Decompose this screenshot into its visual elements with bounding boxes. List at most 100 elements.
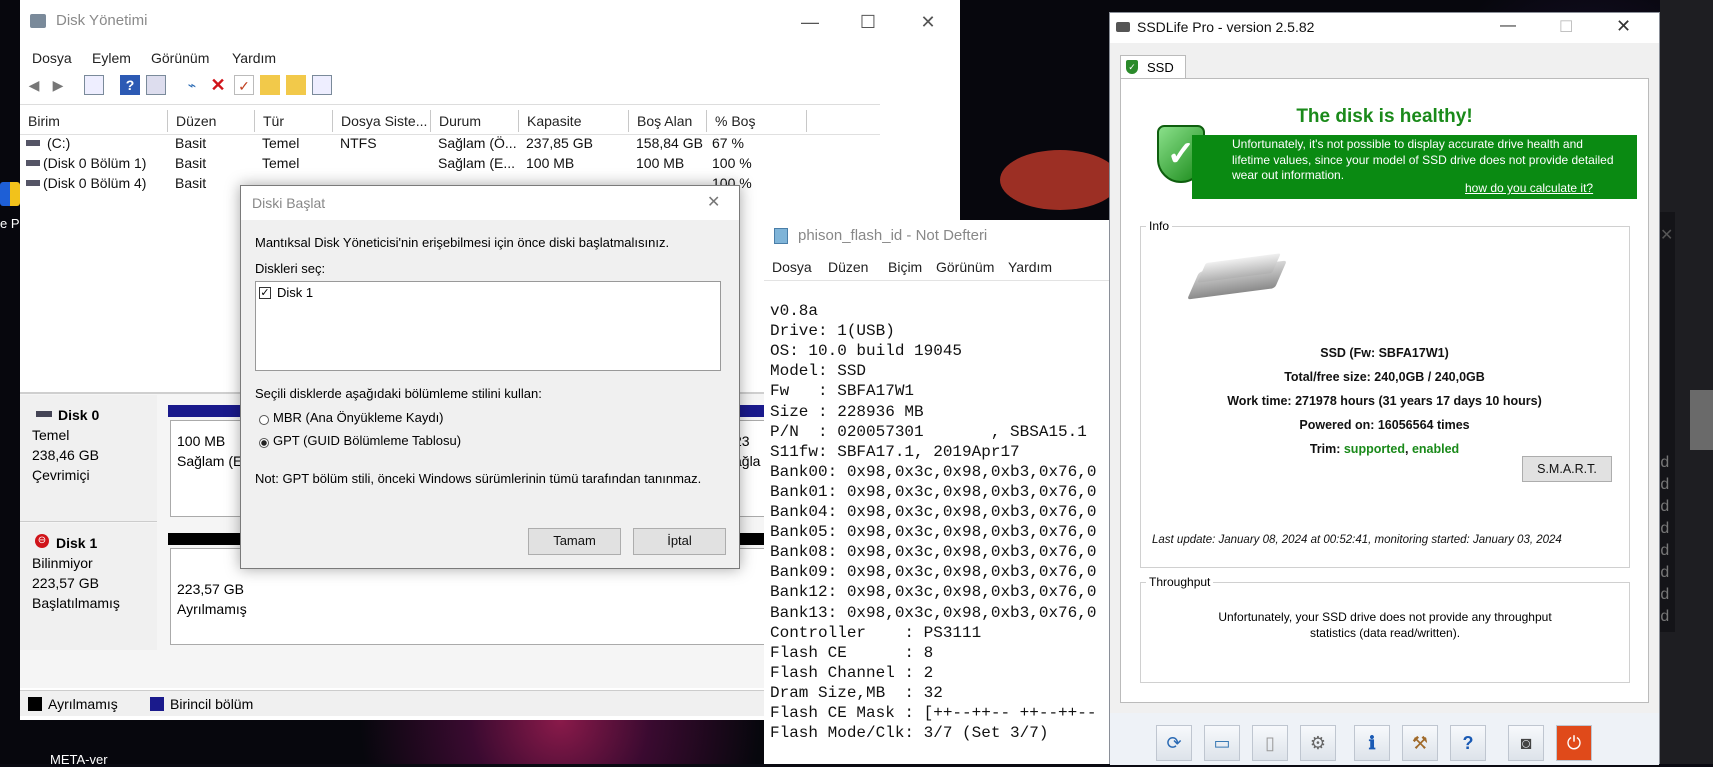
np-menu-gorunum[interactable]: Görünüm — [936, 259, 994, 275]
close-button[interactable]: ✕ — [900, 0, 956, 44]
notepad-text: v0.8a Drive: 1(USB) OS: 10.0 build 19045 Mo… — [770, 281, 1096, 764]
shield-check-icon: ✓ — [1126, 60, 1138, 74]
disk-0-size: 238,46 GB — [32, 447, 99, 463]
powered-on: Powered on: 16056564 times — [1299, 418, 1470, 432]
vol-type: Temel — [262, 155, 300, 171]
text-line: Fw : SBFA17W1 — [770, 382, 915, 401]
camera-icon[interactable]: ◙ — [1508, 725, 1544, 761]
col-yuzde-bos[interactable]: % Boş — [707, 110, 807, 132]
vol-free: 100 MB — [636, 155, 685, 171]
ssd-tab[interactable]: ✓ SSD — [1120, 55, 1186, 79]
connect-icon[interactable]: ⌁ — [182, 75, 202, 95]
glyph-3: d — [1660, 498, 1670, 516]
disk-1-kind: Bilinmiyor — [32, 555, 93, 571]
disk-1-name: Disk 1 — [56, 535, 98, 551]
trim-line: Trim: supported, enabled — [1110, 442, 1659, 456]
mbr-radio[interactable] — [259, 415, 269, 425]
ssdlife-titlebar: SSDLife Pro - version 2.5.82 — ☐ ✕ — [1110, 13, 1659, 43]
col-dosya-sistemi[interactable]: Dosya Siste... — [333, 110, 431, 132]
glyph-2: d — [1660, 476, 1670, 494]
menu-dosya[interactable]: Dosya — [32, 50, 72, 66]
col-durum[interactable]: Durum — [431, 110, 519, 132]
ssdlife-close-button[interactable]: ✕ — [1616, 16, 1631, 37]
info-icon[interactable]: ℹ — [1354, 725, 1390, 761]
cancel-button[interactable]: İptal — [633, 528, 726, 555]
console-tree-icon[interactable] — [84, 75, 104, 95]
col-birim[interactable]: Birim — [20, 110, 168, 132]
folder-search-icon[interactable] — [286, 75, 306, 95]
partition-size: 100 MB — [177, 433, 226, 449]
maximize-button[interactable]: ☐ — [840, 0, 896, 44]
trim-label: Trim: — [1309, 442, 1341, 456]
np-menu-duzen[interactable]: Düzen — [828, 259, 868, 275]
smart-button[interactable]: S.M.A.R.T. — [1522, 456, 1612, 482]
calc-link[interactable]: how do you calculate it? — [1465, 181, 1593, 195]
legend-unallocated-swatch — [28, 697, 42, 711]
tools-icon[interactable]: ⚒ — [1402, 725, 1438, 761]
initialize-disk-dialog: Diski Başlat ✕ Mantıksal Disk Yöneticisi… — [240, 185, 740, 569]
menu-eylem[interactable]: Eylem — [92, 50, 131, 66]
menu-yardim[interactable]: Yardım — [232, 50, 276, 66]
forward-arrow-icon[interactable]: ▶ — [48, 75, 68, 95]
ok-button[interactable]: Tamam — [528, 528, 621, 555]
power-icon[interactable]: ⏻ — [1556, 725, 1592, 761]
np-menu-dosya[interactable]: Dosya — [772, 259, 812, 275]
disk-1-checkbox[interactable]: ✓ — [259, 287, 271, 299]
disk-0-label[interactable]: Disk 0 Temel 238,46 GB Çevrimiçi — [20, 395, 157, 522]
list-icon[interactable] — [312, 75, 332, 95]
disk-1-label[interactable]: ⊖ Disk 1 Bilinmiyor 223,57 GB Başlatılma… — [20, 523, 157, 650]
folder-up-icon[interactable] — [260, 75, 280, 95]
desktop-shield-icon[interactable] — [0, 182, 20, 206]
notepad-text-area[interactable]: v0.8a Drive: 1(USB) OS: 10.0 build 19045 Mo… — [764, 280, 1124, 764]
disk-0-state: Çevrimiçi — [32, 467, 90, 483]
minimize-button[interactable]: — — [782, 0, 838, 44]
glyph-8: d — [1660, 608, 1670, 626]
np-menu-bicim[interactable]: Biçim — [888, 259, 922, 275]
refresh-icon[interactable]: ⟳ — [1156, 725, 1192, 761]
col-bos-alan[interactable]: Boş Alan — [629, 110, 707, 132]
menu-gorunum[interactable]: Görünüm — [151, 50, 209, 66]
col-kapasite[interactable]: Kapasite — [519, 110, 629, 132]
help-icon[interactable]: ? — [120, 75, 140, 95]
np-menu-yardim[interactable]: Yardım — [1008, 259, 1052, 275]
delete-icon[interactable]: ✕ — [208, 75, 228, 95]
text-line: Dram Size,MB : 32 — [770, 683, 943, 702]
text-line: Bank12: 0x98,0x3c,0x98,0xb3,0x76,0 — [770, 583, 1097, 602]
check-icon[interactable]: ✓ — [234, 75, 254, 95]
info-group-label: Info — [1146, 219, 1173, 233]
dialog-note: Not: GPT bölüm stili, önceki Windows sür… — [255, 471, 702, 486]
help-icon[interactable]: ? — [1450, 725, 1486, 761]
settings-icon[interactable]: ⚙ — [1300, 725, 1336, 761]
dialog-title: Diski Başlat — [252, 195, 326, 211]
dialog-close-icon[interactable]: ✕ — [707, 192, 720, 212]
drive-select-icon[interactable]: ▭ — [1204, 725, 1240, 761]
drive-icon — [26, 140, 40, 146]
vol-status: Sağlam (Ö... — [438, 135, 517, 151]
vol-layout: Basit — [175, 135, 207, 151]
text-line: S11fw: SBFA17.1, 2019Apr17 — [770, 442, 1020, 461]
col-duzen[interactable]: Düzen — [168, 110, 255, 132]
report-icon[interactable]: ▯ — [1252, 725, 1288, 761]
properties-icon[interactable] — [146, 75, 166, 95]
trim-supported: supported — [1343, 442, 1405, 456]
disk-listbox[interactable]: ✓ Disk 1 — [255, 281, 721, 371]
glyph-6: d — [1660, 564, 1670, 582]
glyph-7: d — [1660, 586, 1670, 604]
drive-firmware: SSD (Fw: SBFA17W1) — [1320, 346, 1449, 360]
ssdlife-minimize-button[interactable]: — — [1500, 17, 1516, 35]
notepad-title: phison_flash_id - Not Defteri — [798, 227, 988, 244]
disk-warning-icon: ⊖ — [35, 534, 49, 548]
col-tur[interactable]: Tür — [255, 110, 333, 132]
gpt-radio[interactable] — [259, 438, 269, 448]
ssdlife-maximize-button[interactable]: ☐ — [1559, 17, 1573, 37]
dm-title: Disk Yönetimi — [56, 12, 148, 29]
legend-primary-swatch — [150, 697, 164, 711]
glyph-5: d — [1660, 542, 1670, 560]
disk-icon — [36, 411, 52, 417]
glyph-1: d — [1660, 454, 1670, 472]
desktop-icon-label-bottom[interactable]: META-ver — [50, 752, 108, 767]
text-line: Controller : PS3111 — [770, 623, 982, 642]
ssd-tab-label: SSD — [1147, 60, 1174, 75]
work-time: Work time: 271978 hours (31 years 17 day… — [1227, 394, 1542, 408]
back-arrow-icon[interactable]: ◀ — [24, 75, 44, 95]
